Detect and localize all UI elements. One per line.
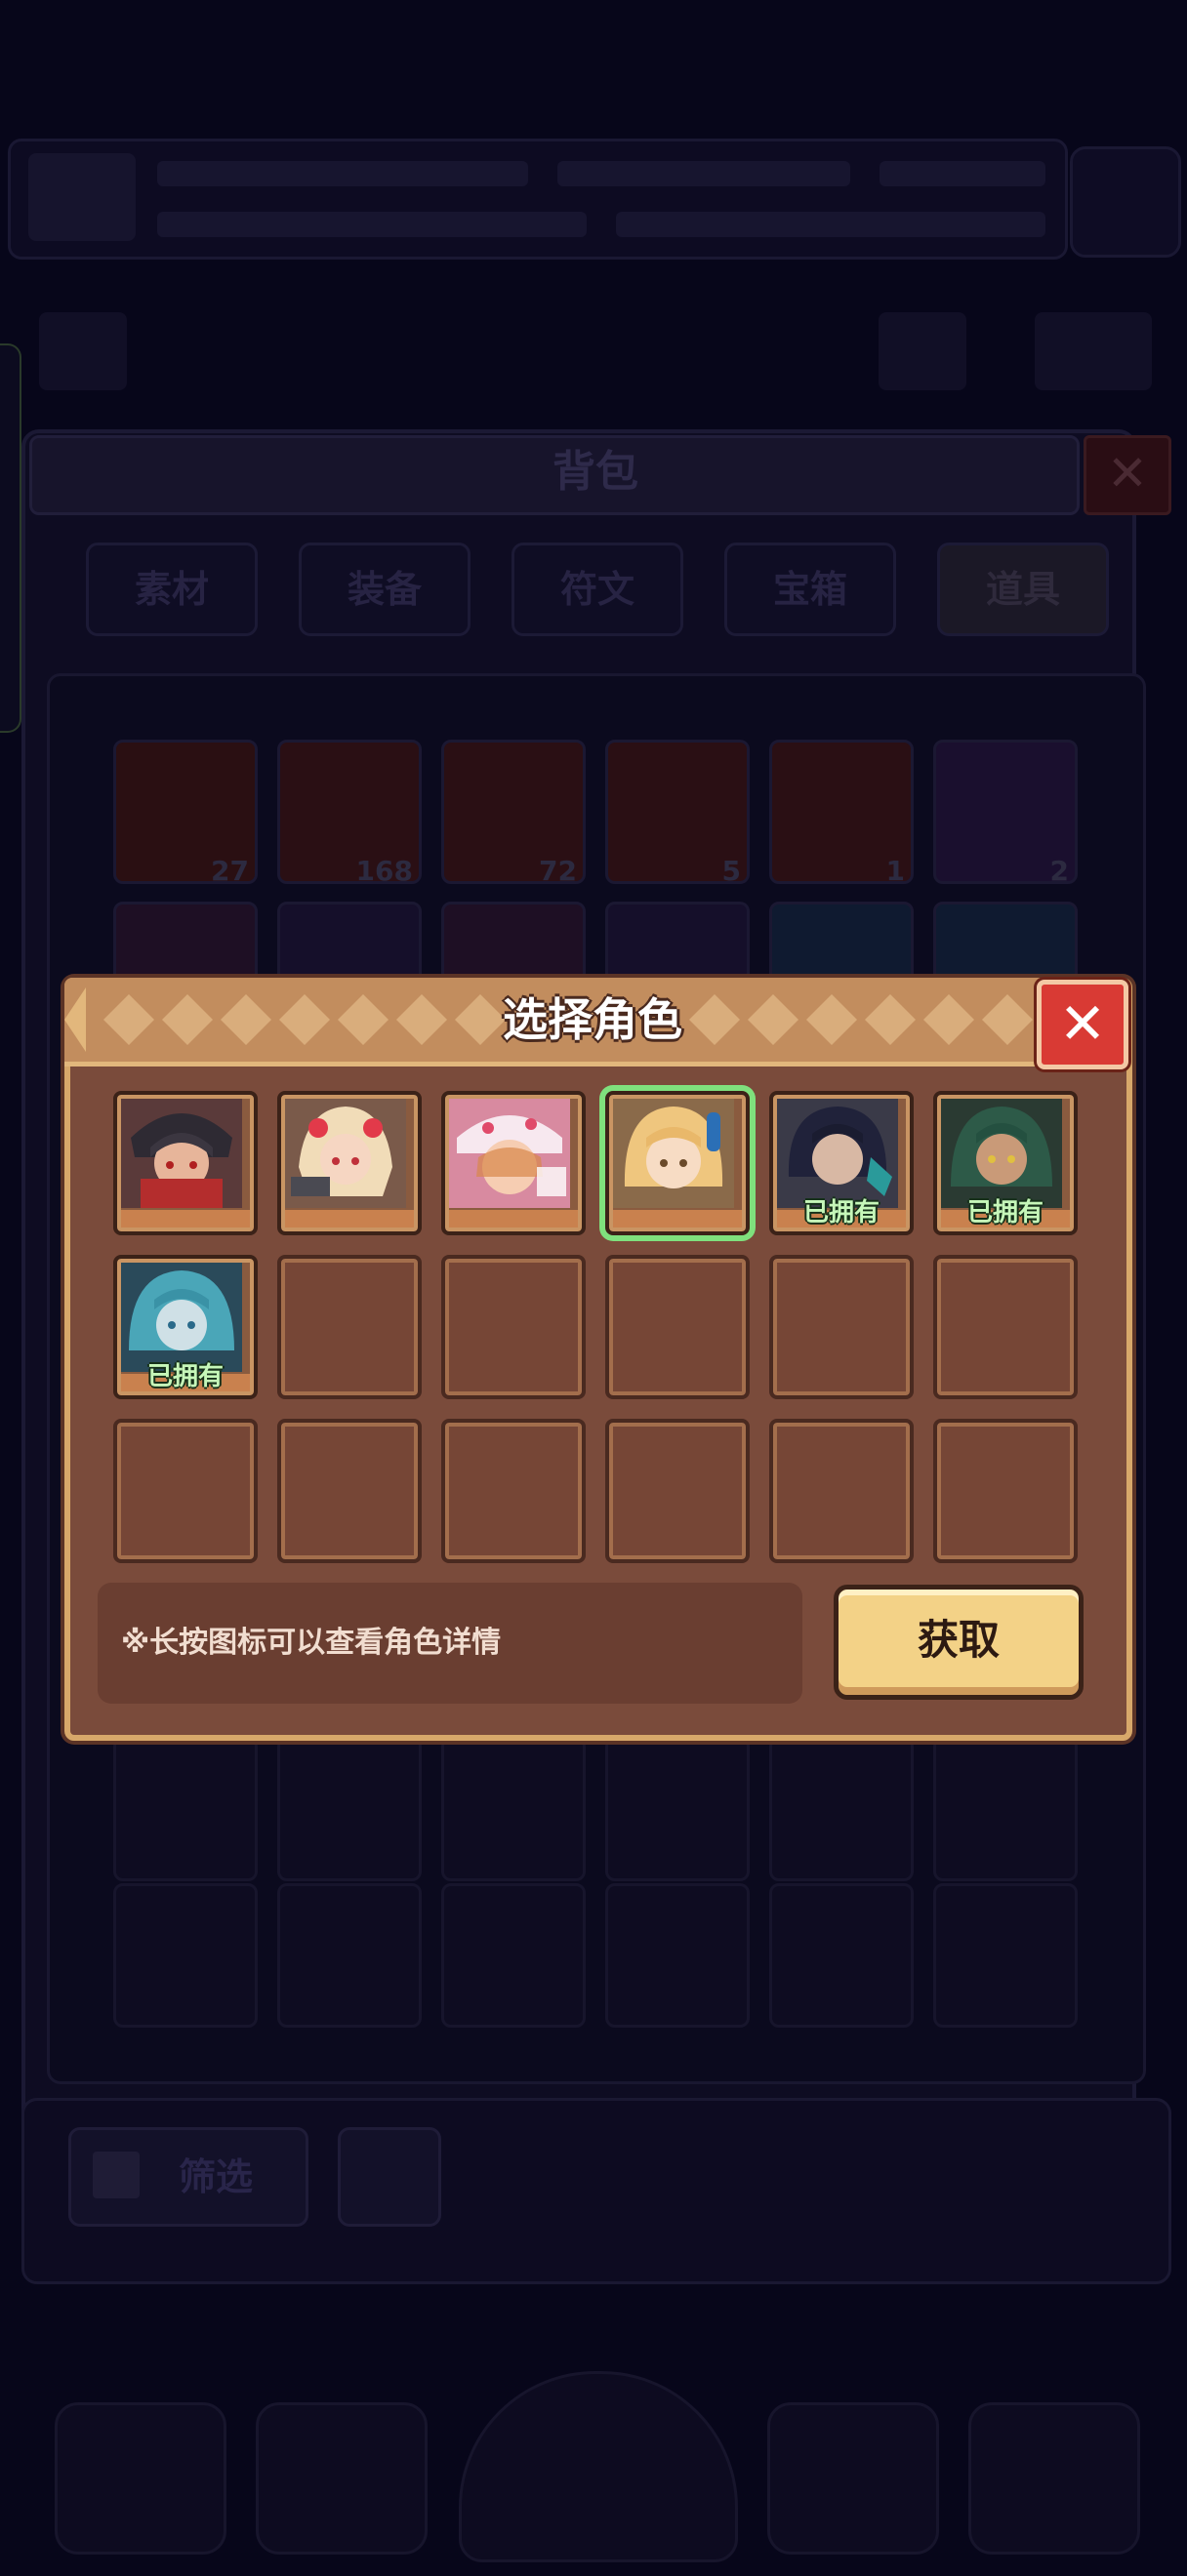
item-slot[interactable]: 2 (933, 740, 1078, 887)
character-slot-empty (441, 1419, 586, 1563)
dialog-close-button[interactable]: ✕ (1037, 980, 1128, 1069)
item-slot-empty (441, 1737, 586, 1881)
nav-button-main[interactable] (459, 2371, 738, 2562)
close-icon: ✕ (1058, 990, 1107, 1057)
character-slot-2[interactable] (277, 1091, 422, 1235)
nav-button[interactable] (968, 2402, 1140, 2555)
character-slot-empty (769, 1255, 914, 1399)
character-slot-4-selected[interactable] (605, 1091, 750, 1235)
nav-button[interactable] (767, 2402, 939, 2555)
item-slot-empty (113, 1883, 258, 2028)
character-slot-7[interactable]: 已拥有 (113, 1255, 258, 1399)
item-slot-empty (769, 1737, 914, 1881)
character-slot-empty (769, 1419, 914, 1563)
item-slot[interactable]: 72 (441, 740, 586, 887)
tab-items[interactable]: 道具 (937, 543, 1109, 636)
character-portrait (941, 1099, 1062, 1208)
item-count: 168 (355, 855, 413, 887)
character-slot-empty (277, 1419, 422, 1563)
nav-button[interactable] (55, 2402, 226, 2555)
dialog-title: 选择角色 (503, 993, 682, 1046)
slot-base (285, 1210, 414, 1228)
character-slot-empty (277, 1255, 422, 1399)
menu-button[interactable] (1070, 146, 1181, 258)
hud-resource-bar (616, 212, 1045, 237)
bag-title: 背包 (553, 447, 638, 497)
bag-close-button[interactable]: ✕ (1084, 435, 1171, 515)
item-count: 1 (885, 855, 905, 887)
feature-icon[interactable] (39, 312, 127, 390)
tab-runes[interactable]: 符文 (512, 543, 683, 636)
character-portrait (121, 1263, 242, 1372)
item-slot[interactable]: 27 (113, 740, 258, 887)
sort-button[interactable] (338, 2127, 441, 2227)
game-screen: 背包 ✕ 素材 装备 符文 宝箱 道具 27 168 72 5 1 2 筛选 选… (0, 0, 1187, 2576)
nav-button[interactable] (256, 2402, 428, 2555)
hud-resource-bar (557, 161, 850, 186)
item-slot[interactable]: 5 (605, 740, 750, 887)
player-avatar (28, 153, 136, 241)
hud-resource-bar (157, 212, 587, 237)
character-slot-6[interactable]: 已拥有 (933, 1091, 1078, 1235)
owned-label: 已拥有 (146, 1362, 224, 1391)
item-count: 27 (211, 855, 249, 887)
hud-resource-bar (157, 161, 528, 186)
slot-base (613, 1210, 742, 1228)
character-portrait (121, 1099, 242, 1208)
get-button[interactable]: 获取 (834, 1585, 1084, 1700)
character-portrait (613, 1099, 734, 1208)
player-hud (8, 139, 1068, 260)
item-count: 5 (721, 855, 741, 887)
item-count: 72 (539, 855, 577, 887)
slot-base (449, 1210, 578, 1228)
character-portrait (449, 1099, 570, 1208)
character-slot-5[interactable]: 已拥有 (769, 1091, 914, 1235)
item-slot-empty (277, 1883, 422, 2028)
grid-icon (93, 2152, 140, 2198)
character-slot-empty (933, 1419, 1078, 1563)
character-slot-empty (605, 1255, 750, 1399)
item-slot-empty (769, 1883, 914, 2028)
owned-label: 已拥有 (966, 1198, 1044, 1228)
character-portrait (285, 1099, 406, 1208)
tab-materials[interactable]: 素材 (86, 543, 258, 636)
get-button-label: 获取 (917, 1616, 1000, 1664)
item-count: 2 (1049, 855, 1069, 887)
item-slot-empty (113, 1737, 258, 1881)
tab-equipment[interactable]: 装备 (299, 543, 471, 636)
filter-label: 筛选 (179, 2155, 254, 2198)
character-slot-empty (605, 1419, 750, 1563)
item-slot-empty (605, 1883, 750, 2028)
feature-icon[interactable] (879, 312, 966, 390)
item-slot[interactable]: 1 (769, 740, 914, 887)
character-slot-empty (933, 1255, 1078, 1399)
item-slot-empty (605, 1737, 750, 1881)
side-drawer-tab[interactable] (0, 343, 21, 733)
character-slot-3[interactable] (441, 1091, 586, 1235)
owned-label: 已拥有 (802, 1198, 880, 1228)
character-slot-empty (113, 1419, 258, 1563)
slot-base (121, 1210, 250, 1228)
filter-button[interactable]: 筛选 (68, 2127, 308, 2227)
feature-icon[interactable] (1035, 312, 1152, 390)
item-slot-empty (277, 1737, 422, 1881)
item-slot-empty (933, 1737, 1078, 1881)
item-slot-empty (441, 1883, 586, 2028)
character-portrait (777, 1099, 898, 1208)
character-slot-empty (441, 1255, 586, 1399)
character-slot-1[interactable] (113, 1091, 258, 1235)
hint-text: ※长按图标可以查看角色详情 (121, 1626, 502, 1660)
hud-resource-bar (880, 161, 1045, 186)
item-slot[interactable]: 168 (277, 740, 422, 887)
tab-chests[interactable]: 宝箱 (724, 543, 896, 636)
item-slot-empty (933, 1883, 1078, 2028)
